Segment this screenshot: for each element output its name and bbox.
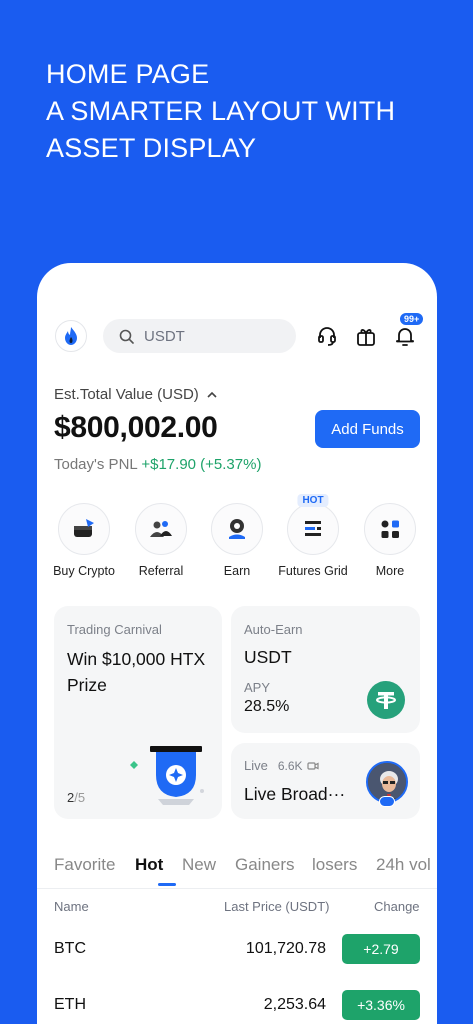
column-name[interactable]: Name	[54, 899, 89, 914]
notification-badge: 99+	[399, 312, 425, 326]
referral-users-icon	[150, 521, 172, 537]
chevron-up-icon	[207, 391, 217, 398]
est-total-label[interactable]: Est.Total Value (USD)	[54, 386, 217, 403]
tab-losers[interactable]: losers	[312, 855, 357, 875]
action-buy-crypto[interactable]: Buy Crypto	[44, 503, 124, 578]
table-row[interactable]: ETH 2,253.64 +3.36%	[37, 990, 437, 1024]
apy-value: 28.5%	[244, 698, 290, 715]
earn-coin-icon	[229, 519, 245, 539]
gift-icon[interactable]	[355, 325, 377, 347]
tab-favorite[interactable]: Favorite	[54, 855, 115, 875]
tab-new[interactable]: New	[182, 855, 216, 875]
tab-gainers[interactable]: Gainers	[235, 855, 295, 875]
pnl-value: +$17.90 (+5.37%)	[141, 456, 262, 473]
search-icon	[119, 329, 134, 344]
live-indicator-icon	[379, 796, 395, 807]
row-symbol: ETH	[54, 996, 86, 1013]
row-price: 101,720.78	[245, 940, 326, 957]
futures-grid-icon	[305, 521, 321, 536]
apy-label: APY	[244, 680, 271, 695]
action-label: Referral	[138, 564, 184, 578]
pnl-label: Today's PNL	[54, 456, 138, 473]
wallet-icon	[74, 519, 94, 537]
headline-line-3: ASSET DISPLAY	[46, 133, 257, 163]
action-earn[interactable]: Earn	[197, 503, 277, 578]
tab-hot[interactable]: Hot	[135, 855, 163, 875]
headline-line-1: HOME PAGE	[46, 59, 210, 89]
action-more[interactable]: More	[350, 503, 430, 578]
video-camera-icon	[306, 761, 319, 770]
column-last-price[interactable]: Last Price (USDT)	[224, 899, 329, 914]
more-grid-icon	[381, 520, 399, 538]
action-label: More	[375, 564, 405, 578]
headline-line-2: A SMARTER LAYOUT WITH	[46, 96, 396, 126]
quick-actions: Buy Crypto Referral Earn HOT Futures Gri…	[37, 494, 437, 583]
auto-earn-subtitle: Auto-Earn	[244, 622, 303, 637]
auto-earn-coin: USDT	[244, 647, 292, 667]
row-symbol: BTC	[54, 940, 86, 957]
trophy-badge-icon	[130, 746, 204, 805]
action-referral[interactable]: Referral	[121, 503, 201, 578]
column-change[interactable]: Change	[374, 899, 420, 914]
trading-carnival-card[interactable]: Trading Carnival Win $10,000 HTX Prize 2…	[54, 606, 222, 819]
carnival-title: Win $10,000 HTX Prize	[67, 649, 206, 695]
row-change: +3.36%	[342, 990, 420, 1020]
add-funds-button[interactable]: Add Funds	[315, 410, 420, 448]
table-row[interactable]: BTC 101,720.78 +2.79	[37, 934, 437, 968]
action-label: Earn	[223, 564, 251, 578]
todays-pnl: Today's PNL +$17.90 (+5.37%)	[54, 456, 261, 473]
market-tabs: Favorite Hot New Gainers losers 24h vol	[54, 855, 437, 887]
est-total-text: Est.Total Value (USD)	[54, 386, 199, 403]
live-meta: Live 6.6K	[244, 758, 319, 773]
bell-icon[interactable]	[394, 325, 416, 347]
active-tab-indicator	[158, 883, 176, 886]
divider	[37, 888, 437, 889]
promo-headline: HOME PAGE A SMARTER LAYOUT WITH ASSET DI…	[46, 56, 395, 167]
live-card[interactable]: Live 6.6K Live Broad···	[231, 743, 420, 819]
total-value: $800,002.00	[54, 411, 218, 444]
auto-earn-card[interactable]: Auto-Earn USDT APY 28.5%	[231, 606, 420, 733]
live-title: Live Broad···	[244, 784, 346, 804]
action-label: Futures Grid	[278, 564, 348, 578]
search-bar[interactable]	[103, 319, 296, 353]
phone-screen: 99+ Est.Total Value (USD) $800,002.00 To…	[37, 263, 437, 1024]
tab-24h-vol[interactable]: 24h vol	[376, 855, 431, 875]
live-subtitle: Live	[244, 758, 268, 773]
pager-total: /5	[74, 790, 86, 805]
hot-tag: HOT	[297, 494, 329, 507]
usdt-coin-icon	[367, 681, 405, 719]
top-bar: 99+	[53, 312, 425, 354]
carnival-pager: 2/5	[67, 790, 85, 805]
action-futures-grid[interactable]: HOT Futures Grid	[273, 494, 353, 578]
logo-icon[interactable]	[55, 320, 87, 352]
support-headset-icon[interactable]	[316, 325, 338, 347]
row-price: 2,253.64	[263, 996, 326, 1013]
row-change: +2.79	[342, 934, 420, 964]
search-input[interactable]	[144, 327, 274, 345]
live-viewers: 6.6K	[277, 758, 303, 773]
carnival-subtitle: Trading Carnival	[67, 622, 162, 637]
action-label: Buy Crypto	[53, 564, 115, 578]
